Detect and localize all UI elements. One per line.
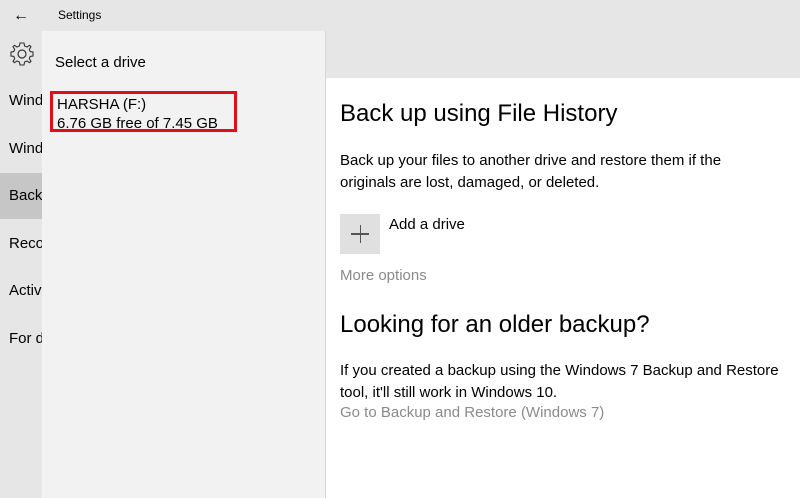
more-options-link[interactable]: More options	[340, 267, 427, 284]
older-backup-description: If you created a backup using the Window…	[340, 362, 779, 401]
gear-icon[interactable]	[9, 41, 35, 67]
add-drive-label: Add a drive	[389, 216, 465, 233]
backup-description: Back up your files to another drive and …	[340, 152, 722, 191]
older-backup-heading: Looking for an older backup?	[340, 311, 650, 338]
drive-option-harsha[interactable]: HARSHA (F:) 6.76 GB free of 7.45 GB	[50, 91, 237, 132]
sidebar-item-for-developers[interactable]: For developers	[0, 316, 42, 362]
sidebar-item-recovery[interactable]: Recovery	[0, 221, 42, 267]
content-header-band	[325, 31, 800, 78]
window-title: Settings	[58, 8, 102, 22]
select-drive-flyout: Select a drive HARSHA (F:) 6.76 GB free …	[42, 31, 325, 498]
title-bar: ← Settings	[0, 0, 800, 31]
flyout-heading: Select a drive	[55, 54, 146, 71]
sidebar-item-activation[interactable]: Activation	[0, 268, 42, 314]
page-title: Back up using File History	[340, 100, 618, 127]
left-navigation: Windows Update Windows Defender Backup R…	[0, 31, 42, 498]
back-arrow-icon[interactable]: ←	[0, 0, 42, 31]
drive-free-space: 6.76 GB free of 7.45 GB	[57, 115, 218, 132]
sidebar-item-windows-update[interactable]: Windows Update	[0, 78, 42, 124]
add-drive-button[interactable]: Add a drive	[340, 214, 465, 254]
drive-name: HARSHA (F:)	[57, 96, 147, 113]
sidebar-item-backup[interactable]: Backup	[0, 173, 42, 219]
backup-restore-link[interactable]: Go to Backup and Restore (Windows 7)	[340, 404, 604, 421]
sidebar-item-windows-defender[interactable]: Windows Defender	[0, 126, 42, 172]
plus-icon	[340, 214, 380, 254]
